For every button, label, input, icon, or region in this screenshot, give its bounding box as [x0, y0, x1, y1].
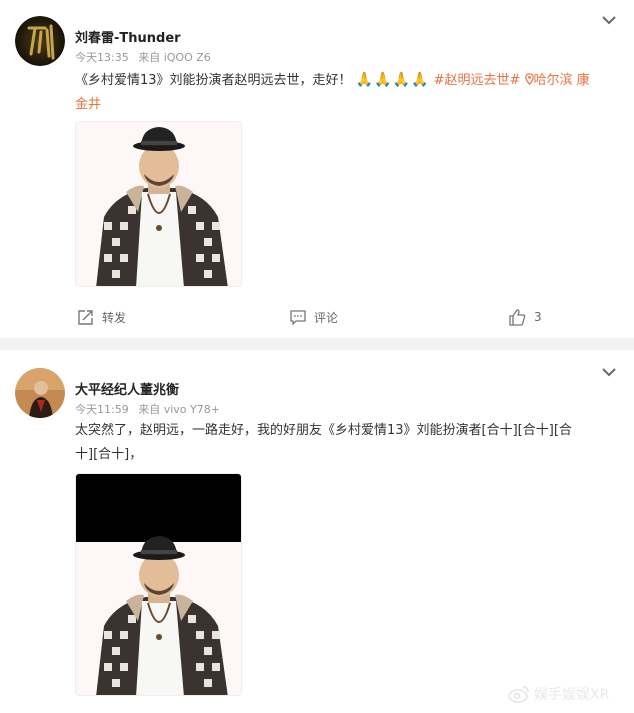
post-text-line: 十][合十]，	[75, 447, 143, 462]
watermark-text: 娱手娱娱XR	[534, 687, 610, 703]
chevron-down-icon[interactable]	[601, 14, 617, 26]
post-image[interactable]	[75, 121, 242, 287]
post-text: 太突然了，赵明远，一路走好，我的好朋友《乡村爱情13》刘能扮演者[合十][合十]…	[75, 419, 620, 467]
topic-link[interactable]: #赵明远去世#	[434, 73, 521, 88]
post-text-main: 《乡村爱情13》刘能扮演者赵明远去世，走好！	[75, 73, 352, 88]
repost-label: 转发	[102, 310, 127, 325]
post-actions: 转发 评论 3	[0, 303, 634, 331]
post-image[interactable]	[75, 473, 242, 696]
author-name[interactable]: 大平经纪人董兆衡	[75, 379, 179, 398]
avatar[interactable]	[15, 368, 65, 418]
post-source: 来自 iQOO Z6	[138, 51, 211, 64]
like-count: 3	[534, 310, 542, 324]
post-card: 刘春雷-Thunder 今天13:35 来自 iQOO Z6 《乡村爱情13》刘…	[0, 0, 634, 338]
like-button[interactable]: 3	[509, 303, 542, 331]
comment-button[interactable]: 评论	[290, 303, 338, 331]
post-time[interactable]: 今天11:59	[75, 403, 129, 416]
post-text-line: 太突然了，赵明远，一路走好，我的好朋友《乡村爱情13》刘能扮演者[合十][合十]…	[75, 423, 572, 438]
pray-emoji: 🙏🙏🙏🙏	[355, 72, 430, 88]
weibo-logo-icon	[508, 686, 529, 703]
watermark: 娱手娱娱XR	[508, 684, 609, 704]
author-name[interactable]: 刘春雷-Thunder	[75, 27, 181, 46]
post-time[interactable]: 今天13:35	[75, 51, 129, 64]
chevron-down-icon[interactable]	[601, 366, 617, 378]
post-source: 来自 vivo Y78+	[138, 403, 220, 416]
thumbs-up-icon	[509, 308, 526, 326]
comment-label: 评论	[314, 310, 339, 325]
avatar[interactable]	[15, 16, 65, 66]
post-meta: 今天11:59 来自 vivo Y78+	[75, 401, 226, 417]
location-text-1: 哈尔滨 康	[533, 73, 590, 88]
post-text: 《乡村爱情13》刘能扮演者赵明远去世，走好！ 🙏🙏🙏🙏 #赵明远去世# 哈尔滨 …	[75, 68, 620, 117]
repost-button[interactable]: 转发	[77, 303, 126, 331]
comment-icon	[290, 309, 306, 325]
share-icon	[78, 309, 93, 325]
post-divider	[0, 338, 634, 350]
post-meta: 今天13:35 来自 iQOO Z6	[75, 49, 217, 65]
location-text-2: 金井	[75, 97, 102, 112]
post-card: 大平经纪人董兆衡 今天11:59 来自 vivo Y78+ 太突然了，赵明远，一…	[0, 350, 634, 713]
location-pin-icon	[524, 73, 534, 86]
